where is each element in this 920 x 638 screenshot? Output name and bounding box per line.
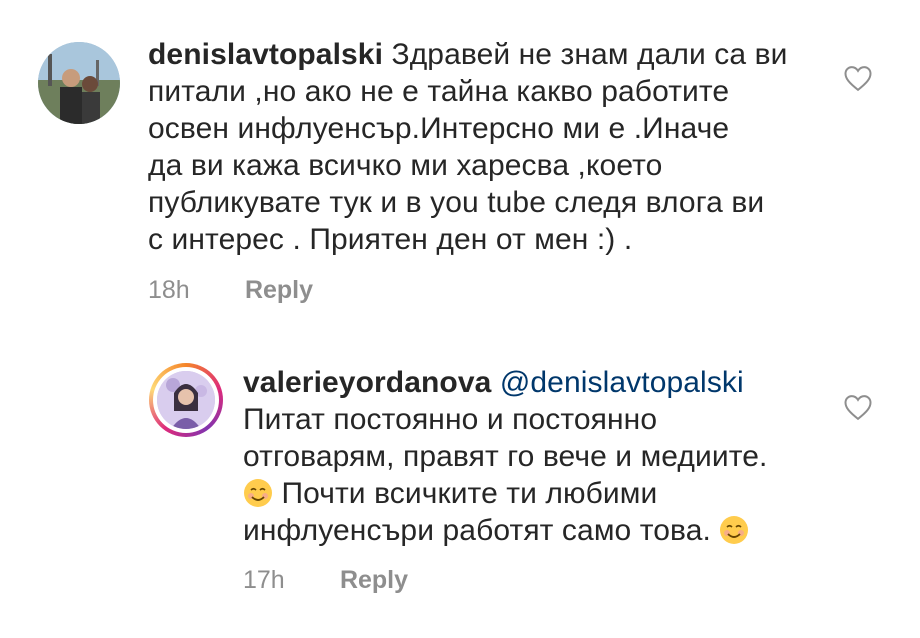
comment-line: освен инфлуенсър.Интерсно ми е .Иначе <box>148 112 730 145</box>
comment-line: да ви кажа всичко ми харесва ,което <box>148 149 663 182</box>
comment-timestamp: 17h <box>243 566 285 594</box>
comment-timestamp: 18h <box>148 276 190 304</box>
comment-text: valerieyordanova @denislavtopalski Питат… <box>243 364 843 549</box>
comment-line: отговарям, правят го вече и медиите. <box>243 440 768 473</box>
mention-link[interactable]: @denislavtopalski <box>500 366 744 399</box>
comment-line: публикувате тук и в you tube следя влога… <box>148 186 765 219</box>
comment-username[interactable]: denislavtopalski <box>148 38 383 71</box>
heart-outline-icon[interactable] <box>843 393 873 421</box>
comment-line: с интерес . Приятен ден от мен :) . <box>148 223 633 256</box>
comment-line: питали ,но ако не е тайна какво работите <box>148 75 730 108</box>
comment-meta: 18h Reply <box>148 276 313 305</box>
comment-line: Здравей не знам дали са ви <box>391 38 788 71</box>
smiling-face-icon <box>243 478 273 508</box>
comment-denislavtopalski: denislavtopalski Здравей не знам дали са… <box>0 0 920 330</box>
comment-line: Почти всичките ти любими <box>281 477 658 510</box>
comment-line: инфлуенсъри работят само това. <box>243 514 711 547</box>
comment-meta: 17h Reply <box>243 566 408 595</box>
reply-button[interactable]: Reply <box>245 276 313 304</box>
comment-text: denislavtopalski Здравей не знам дали са… <box>148 36 828 258</box>
comment-username[interactable]: valerieyordanova <box>243 366 491 399</box>
reply-button[interactable]: Reply <box>340 566 408 594</box>
avatar[interactable] <box>38 42 120 124</box>
comment-line: Питат постоянно и постоянно <box>243 403 658 436</box>
smiling-face-icon <box>719 515 749 545</box>
heart-outline-icon[interactable] <box>843 64 873 92</box>
